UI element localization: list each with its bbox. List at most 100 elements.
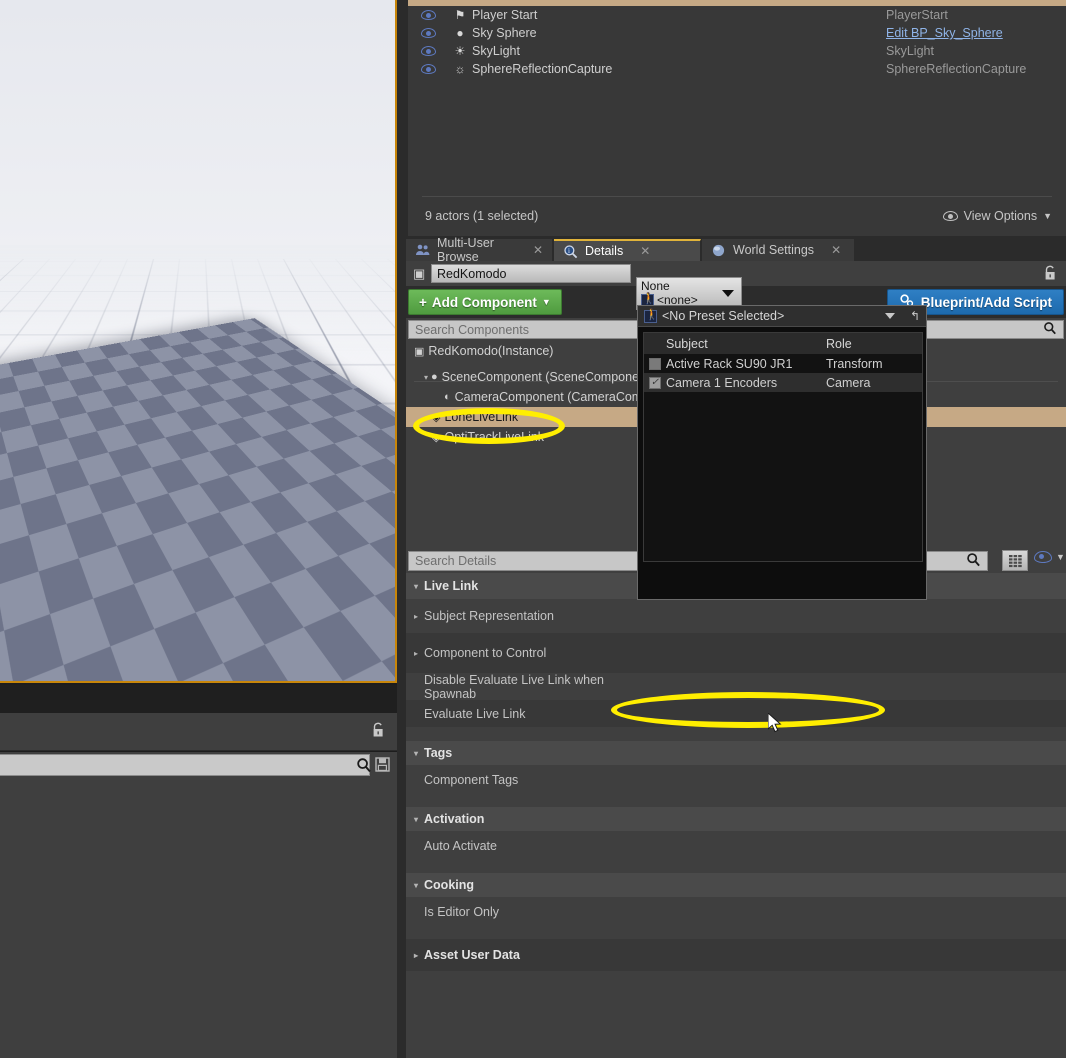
property-row-subject-representation[interactable]: ▸ Subject Representation (406, 599, 1066, 633)
live-link-subject-dropdown[interactable]: <No Preset Selected> ↰ Subject Role ✓ Ac… (637, 305, 927, 600)
category-label: Tags (424, 746, 453, 760)
expand-arrow-icon[interactable]: ▾ (424, 373, 428, 382)
tab-details[interactable]: i Details ✕ (554, 239, 701, 261)
outliner-footer: 9 actors (1 selected) View Options ▼ (408, 203, 1066, 229)
view-options-label: View Options (963, 209, 1038, 223)
category-label: Asset User Data (424, 948, 520, 962)
eye-icon (942, 211, 958, 221)
panel-tab-strip[interactable]: Multi-User Browse ✕ i Details ✕ World Se… (406, 236, 1066, 264)
lower-left-toolbar[interactable] (0, 713, 397, 751)
expand-arrow-icon[interactable]: ▾ (414, 815, 418, 824)
outliner-row[interactable]: ☼ SphereReflectionCapture SphereReflecti… (408, 60, 1066, 78)
property-label: Component to Control (424, 646, 547, 660)
outliner-row-list: ⚑ Player Start PlayerStart ● Sky Sphere … (408, 6, 1066, 78)
lower-left-content-area (0, 778, 397, 1058)
visibility-eye-icon[interactable] (408, 64, 448, 74)
blueprint-label: Blueprint/Add Script (920, 294, 1052, 310)
live-link-icon: ◈ (432, 431, 441, 444)
property-category-tags[interactable]: ▾ Tags (406, 741, 1066, 765)
skylight-icon: ☀ (454, 44, 466, 58)
player-start-icon: ⚑ (454, 8, 466, 22)
live-link-icon: ◈ (432, 411, 441, 424)
subject-name: Camera 1 Encoders (666, 375, 778, 390)
details-view-options-button[interactable]: ▼ (1034, 551, 1065, 563)
users-icon (415, 243, 430, 258)
preset-selector-bar[interactable]: <No Preset Selected> ↰ (638, 306, 926, 327)
close-icon[interactable]: ✕ (533, 243, 543, 257)
role-name: Camera (826, 375, 871, 390)
subject-name: Active Rack SU90 JR1 (666, 356, 793, 371)
lower-left-search-row[interactable] (0, 752, 397, 778)
globe-icon (711, 243, 726, 258)
lock-icon[interactable] (371, 722, 385, 738)
row-checkbox[interactable]: ✓ (649, 376, 661, 389)
expand-arrow-icon[interactable]: ▾ (414, 582, 418, 591)
viewport-sky (0, 0, 395, 287)
property-value-cell[interactable] (630, 700, 1066, 727)
property-value-cell[interactable] (630, 673, 1066, 700)
table-row[interactable]: ✓ Active Rack SU90 JR1 Transform (644, 354, 922, 373)
reset-icon[interactable]: ↰ (910, 309, 920, 323)
outliner-row-type: SkyLight (886, 44, 934, 58)
tab-world-settings[interactable]: World Settings ✕ (702, 239, 855, 261)
add-component-button[interactable]: + Add Component ▼ (408, 289, 562, 315)
outliner-row-type: PlayerStart (886, 8, 948, 22)
expand-arrow-icon[interactable]: ▸ (414, 951, 418, 960)
chevron-down-icon[interactable] (722, 290, 734, 297)
subject-role-table[interactable]: Subject Role ✓ Active Rack SU90 JR1 Tran… (643, 332, 923, 562)
search-icon[interactable] (966, 552, 981, 570)
property-value-cell[interactable] (630, 633, 1066, 673)
property-label: Component Tags (424, 773, 519, 787)
property-row-spacer (406, 727, 1066, 741)
category-value-cell (630, 741, 1066, 765)
eye-icon (1034, 551, 1052, 563)
property-row-evaluate-live-link[interactable]: Evaluate Live Link (406, 700, 1066, 727)
property-category-cooking[interactable]: ▾ Cooking (406, 873, 1066, 897)
property-row-component-tags[interactable]: Component Tags (406, 765, 1066, 807)
expand-arrow-icon[interactable]: ▸ (414, 649, 418, 658)
property-row-disable-evaluate-live-link[interactable]: Disable Evaluate Live Link when Spawnab (406, 673, 1066, 701)
actor-name-input[interactable]: RedKomodo (431, 264, 631, 283)
visibility-eye-icon[interactable] (408, 46, 448, 56)
expand-arrow-icon[interactable]: ▾ (414, 749, 418, 758)
close-icon[interactable]: ✕ (640, 244, 650, 258)
chevron-down-icon: ▼ (1043, 211, 1052, 221)
property-row-is-editor-only[interactable]: Is Editor Only (406, 897, 1066, 939)
column-layout-toggle-button[interactable] (1002, 550, 1028, 571)
view-options-button[interactable]: View Options ▼ (942, 209, 1052, 223)
lower-left-dark-strip (0, 685, 397, 713)
outliner-row[interactable]: ☀ SkyLight SkyLight (408, 42, 1066, 60)
visibility-eye-icon[interactable] (408, 28, 448, 38)
expand-arrow-icon[interactable]: ▸ (414, 612, 418, 621)
property-value-cell[interactable] (630, 599, 1066, 633)
tab-multi-user-browse[interactable]: Multi-User Browse ✕ (406, 236, 553, 264)
search-icon[interactable] (356, 757, 372, 773)
close-icon[interactable]: ✕ (831, 243, 841, 257)
save-icon[interactable] (375, 757, 390, 772)
lock-icon[interactable] (1043, 265, 1057, 281)
tab-label: World Settings (733, 243, 815, 257)
level-viewport[interactable] (0, 0, 397, 683)
property-label: Evaluate Live Link (424, 706, 526, 721)
table-row[interactable]: ✓ Camera 1 Encoders Camera (644, 373, 922, 392)
outliner-row[interactable]: ● Sky Sphere Edit BP_Sky_Sphere (408, 24, 1066, 42)
property-category-asset-user-data[interactable]: ▸ Asset User Data (406, 939, 1066, 971)
column-header-role: Role (826, 336, 852, 351)
property-category-activation[interactable]: ▾ Activation (406, 807, 1066, 831)
expand-arrow-icon[interactable]: ▾ (414, 881, 418, 890)
category-label: Cooking (424, 878, 475, 892)
category-value-cell (630, 939, 1066, 971)
outliner-row-edit-link[interactable]: Edit BP_Sky_Sphere (886, 26, 1003, 40)
outliner-footer-divider (422, 196, 1052, 197)
search-icon[interactable] (1043, 321, 1057, 338)
lower-left-search-input[interactable] (0, 754, 370, 776)
row-checkbox[interactable]: ✓ (649, 357, 661, 370)
property-row-auto-activate[interactable]: Auto Activate (406, 831, 1066, 873)
world-outliner[interactable]: ⚑ Player Start PlayerStart ● Sky Sphere … (408, 0, 1066, 236)
category-value-cell (630, 807, 1066, 831)
component-label: OptiTrackLiveLink (444, 430, 545, 444)
visibility-eye-icon[interactable] (408, 10, 448, 20)
outliner-row[interactable]: ⚑ Player Start PlayerStart (408, 6, 1066, 24)
property-row-component-to-control[interactable]: ▸ Component to Control (406, 633, 1066, 673)
chevron-down-icon[interactable] (884, 313, 895, 319)
